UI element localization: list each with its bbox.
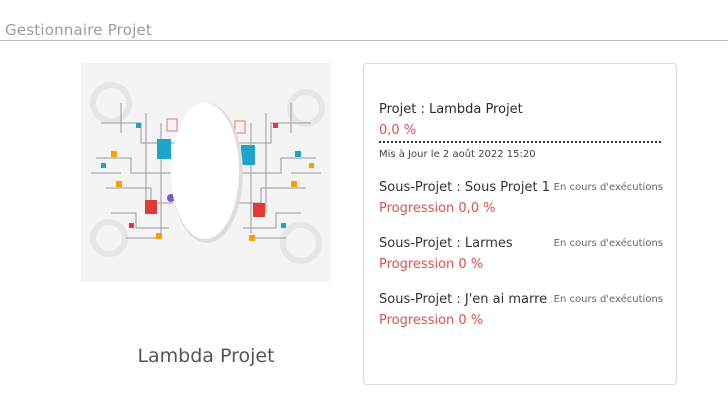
subproject-name: Sous-Projet : J'en ai marre — [379, 292, 548, 307]
card-title: Projet : Lambda Projet — [379, 102, 523, 117]
subproject-item[interactable]: Sous-Projet : Larmes En cours d'exécutio… — [379, 236, 663, 276]
app-title: Gestionnaire Projet — [5, 21, 152, 39]
subproject-name: Sous-Projet : Sous Projet 1 — [379, 180, 550, 195]
subproject-status: En cours d'exécutions — [553, 182, 663, 193]
last-updated: Mis à Jour le 2 août 2022 15:20 — [379, 149, 536, 160]
project-image — [81, 63, 331, 282]
network-illustration-icon — [81, 63, 331, 282]
subproject-status: En cours d'exécutions — [553, 238, 663, 249]
subproject-item[interactable]: Sous-Projet : Sous Projet 1 En cours d'e… — [379, 180, 663, 220]
subproject-name: Sous-Projet : Larmes — [379, 236, 513, 251]
project-name: Lambda Projet — [137, 345, 275, 367]
card-divider — [379, 141, 661, 143]
subproject-status: En cours d'exécutions — [553, 294, 663, 305]
app-header: Gestionnaire Projet — [0, 0, 728, 41]
subproject-progress: Progression 0 % — [379, 313, 484, 328]
project-progress: 0,0 % — [379, 123, 417, 138]
subproject-progress: Progression 0 % — [379, 257, 484, 272]
project-card: Projet : Lambda Projet 0,0 % Mis à Jour … — [363, 63, 677, 385]
subproject-progress: Progression 0,0 % — [379, 201, 496, 216]
subproject-item[interactable]: Sous-Projet : J'en ai marre En cours d'e… — [379, 292, 663, 332]
